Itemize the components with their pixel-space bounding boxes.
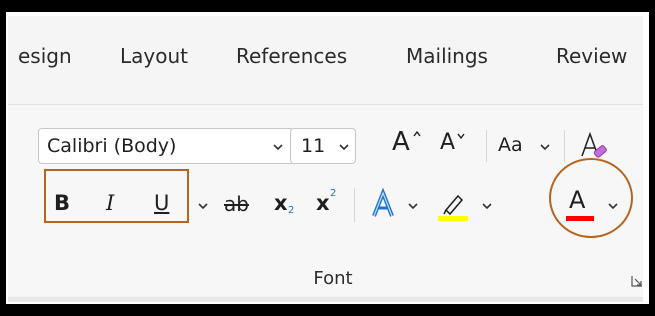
ribbon-bottom-edge [8,297,643,302]
subscript-button[interactable]: x 2 [270,188,304,222]
highlight-chevron-icon[interactable] [480,199,494,213]
tab-design[interactable]: esign [18,44,72,68]
change-case-icon: Aa [498,134,523,156]
superscript-number: 2 [330,188,337,199]
separator [486,130,487,162]
superscript-button[interactable]: x 2 [312,188,346,222]
shrink-font-icon: A [440,130,456,155]
font-group-label: Font [313,268,353,289]
grow-font-icon: A [392,127,410,157]
chevron-down-icon [540,144,550,151]
highlighter-icon [438,194,468,221]
tab-references[interactable]: References [236,44,347,68]
chevron-down-icon [339,144,349,151]
subscript-icon: x [274,191,288,215]
ribbon: esign Layout References Mailings Review … [8,16,643,302]
highlight-color-button[interactable] [434,188,474,222]
strikethrough-icon: ab [224,192,249,216]
text-effects-button[interactable] [368,187,402,222]
separator [564,130,565,162]
grow-caret-icon [413,130,421,137]
tab-layout[interactable]: Layout [120,44,188,68]
subscript-number: 2 [288,205,295,216]
underline-dropdown-chevron-icon[interactable] [196,199,210,213]
grow-font-button[interactable]: A [388,126,428,164]
strikethrough-button[interactable]: ab [220,188,254,222]
superscript-icon: x [316,191,330,215]
font-name-value: Calibri (Body) [47,135,177,157]
annotation-circle [549,158,633,238]
change-case-button[interactable]: Aa [494,128,556,164]
text-effects-chevron-icon[interactable] [406,199,420,213]
dialog-launcher-icon[interactable] [630,274,643,288]
text-effects-icon [372,187,394,217]
shrink-font-button[interactable]: A [436,128,476,164]
tab-mailings[interactable]: Mailings [406,44,488,68]
chevron-down-icon [273,144,283,151]
separator [354,188,355,222]
shrink-caret-icon [457,133,465,140]
tab-review[interactable]: Review [556,44,627,68]
font-size-combo[interactable]: 11 [290,128,356,164]
font-name-combo[interactable]: Calibri (Body) [38,128,294,164]
font-size-value: 11 [301,135,326,157]
annotation-box [44,169,189,223]
